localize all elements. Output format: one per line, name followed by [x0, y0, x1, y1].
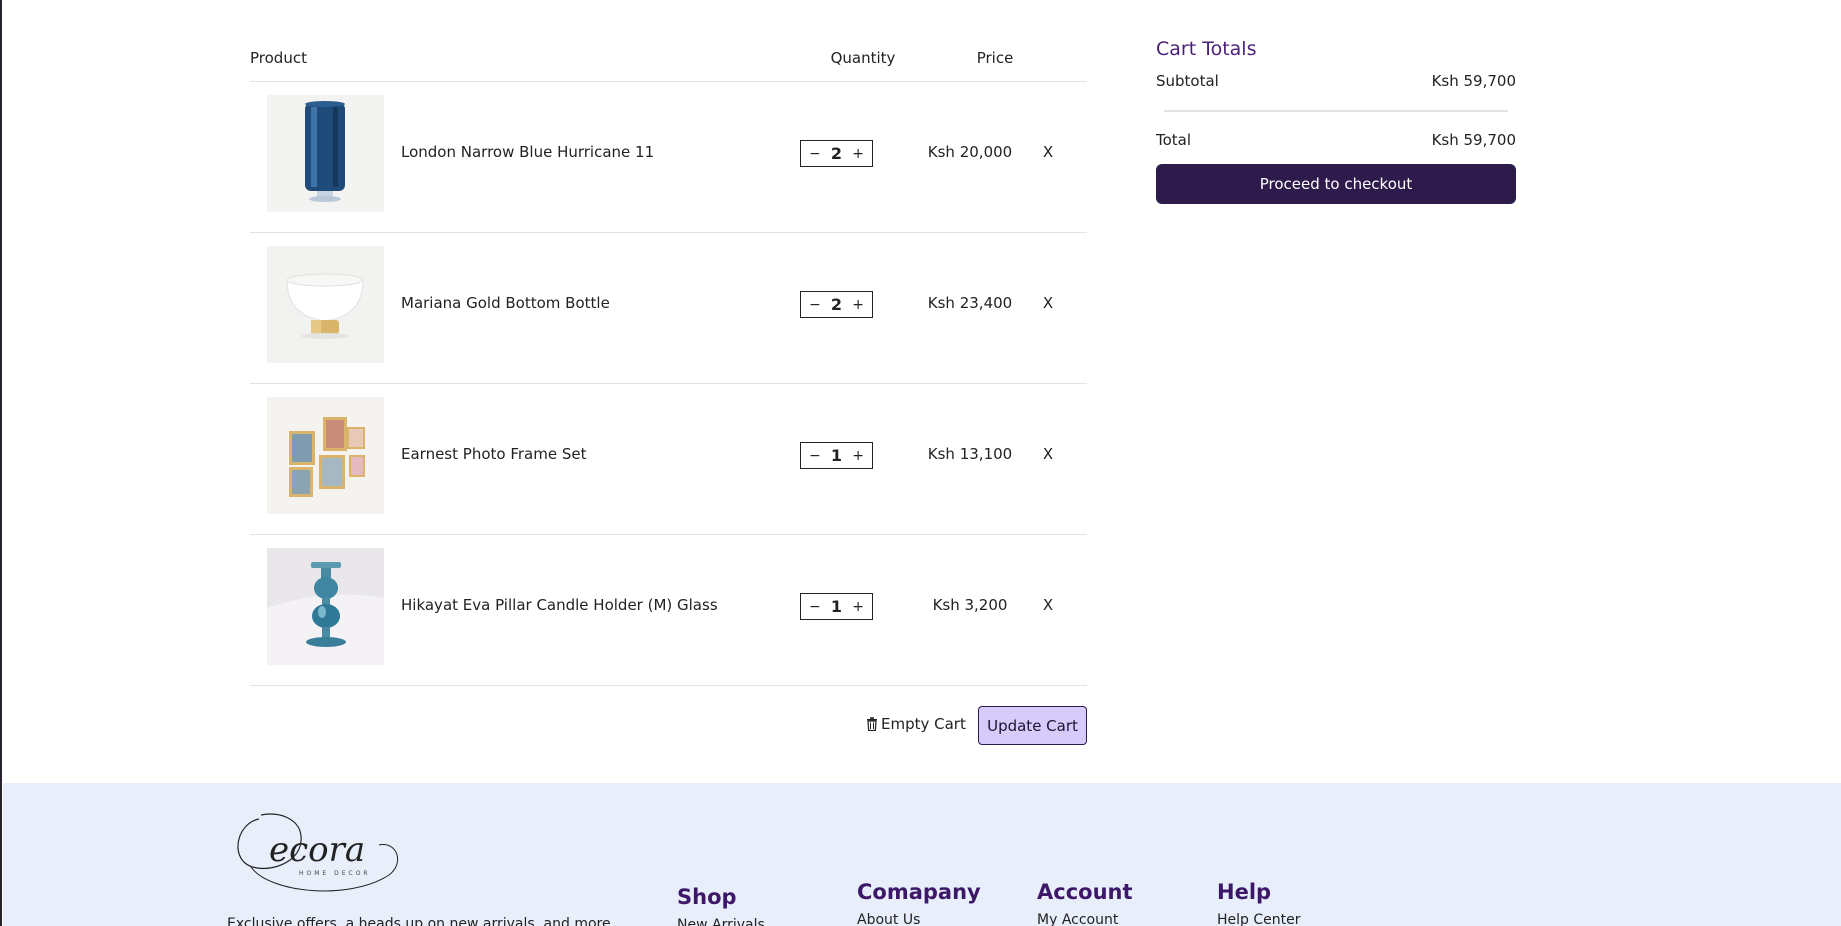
qty-increase-button[interactable]: + [852, 600, 864, 614]
qty-decrease-button[interactable]: − [809, 600, 821, 614]
cart-actions: Empty Cart Update Cart [250, 686, 1087, 748]
footer-link-new-arrivals[interactable]: New Arrivals [677, 917, 765, 926]
cart-row: Hikayat Eva Pillar Candle Holder (M) Gla… [250, 535, 1087, 686]
qty-decrease-button[interactable]: − [809, 147, 821, 161]
remove-item-button[interactable]: X [1038, 596, 1058, 614]
footer-heading-help: Help [1217, 880, 1272, 904]
subtotal-value: Ksh 59,700 [1431, 72, 1516, 90]
cart-totals-panel: Cart Totals Subtotal Ksh 59,700 Total Ks… [1156, 38, 1516, 204]
product-price: Ksh 20,000 [927, 143, 1013, 161]
blue-glass-hurricane-image [267, 95, 384, 212]
footer-link-about-us[interactable]: About Us [857, 912, 981, 926]
qty-decrease-button[interactable]: − [809, 449, 821, 463]
quantity-stepper: − 1 + [800, 442, 873, 469]
product-name[interactable]: Hikayat Eva Pillar Candle Holder (M) Gla… [401, 596, 718, 614]
subtotal-label: Subtotal [1156, 72, 1219, 90]
quantity-stepper: − 2 + [800, 140, 873, 167]
blue-candle-holder-image [267, 548, 384, 665]
qty-decrease-button[interactable]: − [809, 298, 821, 312]
product-image-photo-frames[interactable] [267, 397, 384, 514]
qty-increase-button[interactable]: + [852, 298, 864, 312]
remove-item-button[interactable]: X [1038, 445, 1058, 463]
footer-column-company: Comapany About Us [857, 880, 981, 926]
total-label: Total [1156, 131, 1192, 149]
cart-table: Product Quantity Price London Narrow Blu… [250, 40, 1087, 748]
cart-table-header: Product Quantity Price [250, 40, 1087, 82]
qty-value[interactable]: 1 [831, 597, 842, 616]
total-row: Total Ksh 59,700 [1156, 131, 1516, 149]
cart-totals-title: Cart Totals [1156, 38, 1257, 60]
photo-frame-set-image [267, 397, 384, 514]
update-cart-button[interactable]: Update Cart [978, 706, 1087, 745]
total-value: Ksh 59,700 [1431, 131, 1516, 149]
footer-column-shop: Shop New Arrivals [677, 885, 765, 926]
qty-increase-button[interactable]: + [852, 147, 864, 161]
totals-divider [1164, 110, 1508, 112]
footer-link-my-account[interactable]: My Account [1037, 912, 1133, 926]
cart-row: Mariana Gold Bottom Bottle − 2 + Ksh 23,… [250, 233, 1087, 384]
white-bowl-gold-base-image [267, 246, 384, 363]
footer-column-help: Help Help Center [1217, 880, 1301, 926]
cart-row: Earnest Photo Frame Set − 1 + Ksh 13,100… [250, 384, 1087, 535]
product-name[interactable]: Earnest Photo Frame Set [401, 445, 586, 463]
site-footer: ecora HOME DECOR Exclusive offers, a hea… [3, 783, 1841, 926]
svg-text:ecora: ecora [269, 830, 365, 870]
qty-value[interactable]: 2 [831, 295, 842, 314]
quantity-stepper: − 1 + [800, 593, 873, 620]
window-left-edge [0, 0, 2, 926]
header-quantity: Quantity [830, 49, 896, 67]
trash-icon [867, 717, 877, 731]
header-price: Price [976, 49, 1014, 67]
product-image-white-bowl[interactable] [267, 246, 384, 363]
cart-row: London Narrow Blue Hurricane 11 − 2 + Ks… [250, 82, 1087, 233]
footer-link-help-center[interactable]: Help Center [1217, 912, 1301, 926]
remove-item-button[interactable]: X [1038, 143, 1058, 161]
product-name[interactable]: Mariana Gold Bottom Bottle [401, 294, 610, 312]
svg-text:HOME DECOR: HOME DECOR [299, 870, 371, 877]
product-name[interactable]: London Narrow Blue Hurricane 11 [401, 143, 654, 161]
footer-heading-shop: Shop [677, 885, 737, 909]
footer-column-account: Account My Account [1037, 880, 1133, 926]
decora-logo[interactable]: ecora HOME DECOR [229, 801, 409, 901]
subtotal-row: Subtotal Ksh 59,700 [1156, 72, 1516, 90]
qty-increase-button[interactable]: + [852, 449, 864, 463]
qty-value[interactable]: 1 [831, 446, 842, 465]
empty-cart-button[interactable]: Empty Cart [866, 715, 966, 733]
qty-value[interactable]: 2 [831, 144, 842, 163]
product-image-blue-glass-hurricane[interactable] [267, 95, 384, 212]
product-price: Ksh 13,100 [927, 445, 1013, 463]
footer-heading-company: Comapany [857, 880, 981, 904]
product-price: Ksh 3,200 [932, 596, 1008, 614]
footer-heading-account: Account [1037, 880, 1133, 904]
quantity-stepper: − 2 + [800, 291, 873, 318]
empty-cart-label: Empty Cart [881, 715, 966, 733]
remove-item-button[interactable]: X [1038, 294, 1058, 312]
header-product: Product [250, 49, 307, 67]
proceed-to-checkout-button[interactable]: Proceed to checkout [1156, 164, 1516, 204]
decora-logo-mark: ecora HOME DECOR [237, 813, 399, 892]
product-price: Ksh 23,400 [927, 294, 1013, 312]
product-image-candle-holder[interactable] [267, 548, 384, 665]
footer-tagline: Exclusive offers, a heads up on new arri… [227, 916, 611, 926]
